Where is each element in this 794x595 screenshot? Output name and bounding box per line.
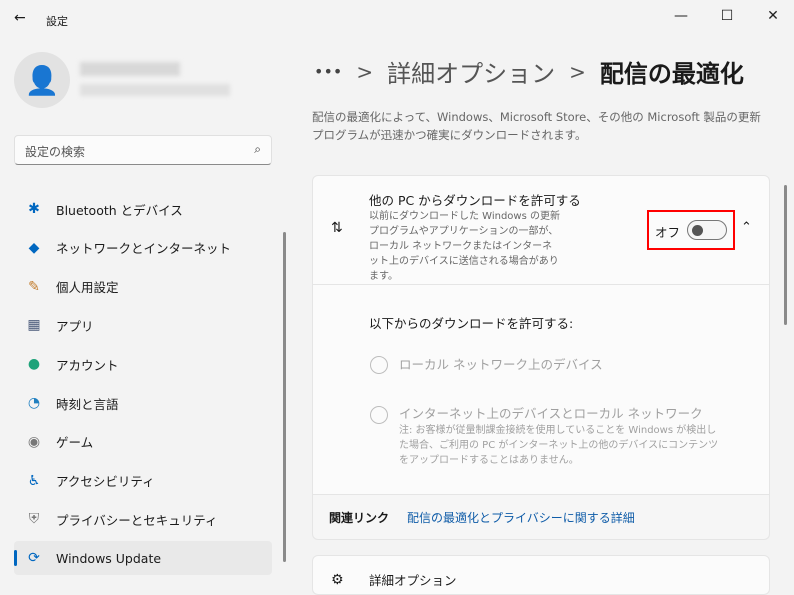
- sidebar-item-label: 個人用設定: [56, 280, 119, 296]
- search-placeholder: 設定の検索: [25, 145, 86, 159]
- related-links-label: 関連リンク: [329, 511, 390, 525]
- search-input[interactable]: 設定の検索 ⌕: [14, 135, 272, 165]
- sidebar-item-label: ネットワークとインターネット: [56, 241, 232, 257]
- bluetooth-icon: ✱: [28, 201, 40, 217]
- clock-globe-icon: ◔: [27, 395, 41, 411]
- page-description: 配信の最適化によって、Windows、Microsoft Store、その他の …: [312, 110, 761, 142]
- allow-downloads-toggle[interactable]: [687, 220, 727, 240]
- sidebar-item-label: アプリ: [56, 318, 94, 334]
- sidebar-item[interactable]: ▦ アプリ: [14, 308, 272, 342]
- gear-icon: ⚙: [331, 572, 344, 588]
- metered-note: 注: お客様が従量制課金接続を使用していることを Windows が検出した場合…: [399, 425, 719, 466]
- sidebar-item-label: 時刻と言語: [56, 396, 119, 412]
- window-title: 設定: [46, 15, 68, 28]
- sidebar-item-label: Windows Update: [56, 550, 162, 566]
- shield-icon: ⛨: [28, 511, 40, 528]
- radio-local-network[interactable]: [370, 356, 388, 374]
- radio-internet-and-local-label: インターネット上のデバイスとローカル ネットワーク: [399, 406, 703, 421]
- wifi-icon: ◆: [28, 239, 40, 256]
- download-upload-icon: ⇅: [331, 220, 343, 236]
- allow-from-heading: 以下からのダウンロードを許可する:: [369, 316, 574, 331]
- breadcrumb-more[interactable]: •••: [314, 62, 342, 81]
- search-icon: ⌕: [254, 142, 261, 156]
- sidebar-item[interactable]: ⟳ Windows Update: [14, 541, 272, 576]
- sidebar-item[interactable]: ⛨ プライバシーとセキュリティ: [14, 502, 272, 536]
- title-bar: ← 設定 — ☐ ✕: [0, 0, 794, 40]
- breadcrumb-separator: >: [356, 59, 374, 84]
- sidebar-item[interactable]: ✱ Bluetooth とデバイス: [14, 192, 272, 226]
- allow-downloads-desc: 以前にダウンロードした Windows の更新プログラムやアプリケーションの一部…: [369, 211, 560, 282]
- sidebar-item-label: Bluetooth とデバイス: [56, 202, 183, 218]
- accessibility-icon: ♿: [27, 472, 41, 489]
- toggle-state-label: オフ: [655, 225, 681, 240]
- apps-icon: ▦: [27, 317, 41, 334]
- advanced-options-title: 詳細オプション: [369, 573, 457, 588]
- avatar: 👤: [14, 52, 70, 108]
- sidebar-item[interactable]: ◔ 時刻と言語: [14, 386, 272, 420]
- maximize-button[interactable]: ☐: [704, 0, 750, 32]
- radio-local-network-label: ローカル ネットワーク上のデバイス: [399, 357, 603, 372]
- advanced-options-card[interactable]: ⚙ 詳細オプション: [312, 555, 770, 595]
- sidebar-item-label: プライバシーとセキュリティ: [56, 512, 218, 528]
- brush-icon: ✎: [28, 278, 40, 295]
- back-arrow-icon[interactable]: ←: [14, 10, 26, 26]
- sidebar-scrollbar[interactable]: [283, 232, 286, 562]
- chevron-up-icon[interactable]: ⌃: [741, 220, 752, 235]
- sidebar-item[interactable]: ● アカウント: [14, 347, 272, 381]
- windows-update-icon: ⟳: [28, 550, 40, 567]
- sidebar-item-label: アカウント: [56, 357, 119, 373]
- page-title: 配信の最適化: [599, 60, 744, 88]
- minimize-button[interactable]: —: [658, 0, 704, 32]
- breadcrumb-parent[interactable]: 詳細オプション: [387, 54, 555, 89]
- sidebar-item-label: アクセシビリティ: [56, 474, 155, 490]
- main-scrollbar[interactable]: [784, 185, 787, 325]
- sidebar-item[interactable]: ◆ ネットワークとインターネット: [14, 231, 272, 265]
- radio-internet-and-local[interactable]: [370, 406, 388, 424]
- sidebar-item[interactable]: ◉ ゲーム: [14, 425, 272, 459]
- allow-downloads-title: 他の PC からダウンロードを許可する: [369, 193, 581, 208]
- close-button[interactable]: ✕: [750, 0, 794, 32]
- related-links: 関連リンク 配信の最適化とプライバシーに関する詳細: [312, 495, 770, 540]
- breadcrumb-separator: >: [569, 59, 586, 84]
- sidebar-item[interactable]: ♿ アクセシビリティ: [14, 464, 272, 498]
- breadcrumb: ••• > 詳細オプション > 配信の最適化: [314, 54, 744, 89]
- account-icon: ●: [27, 356, 41, 373]
- allow-downloads-card: ⇅ 他の PC からダウンロードを許可する 以前にダウンロードした Window…: [312, 175, 770, 285]
- blurred-username: [80, 62, 180, 76]
- blurred-email: [80, 84, 230, 96]
- gamepad-icon: ◉: [27, 433, 41, 450]
- sidebar-item[interactable]: ✎ 個人用設定: [14, 270, 272, 304]
- sidebar-item-label: ゲーム: [56, 435, 94, 451]
- privacy-details-link[interactable]: 配信の最適化とプライバシーに関する詳細: [407, 509, 635, 526]
- allow-from-section: 以下からのダウンロードを許可する: ローカル ネットワーク上のデバイス インター…: [312, 285, 770, 495]
